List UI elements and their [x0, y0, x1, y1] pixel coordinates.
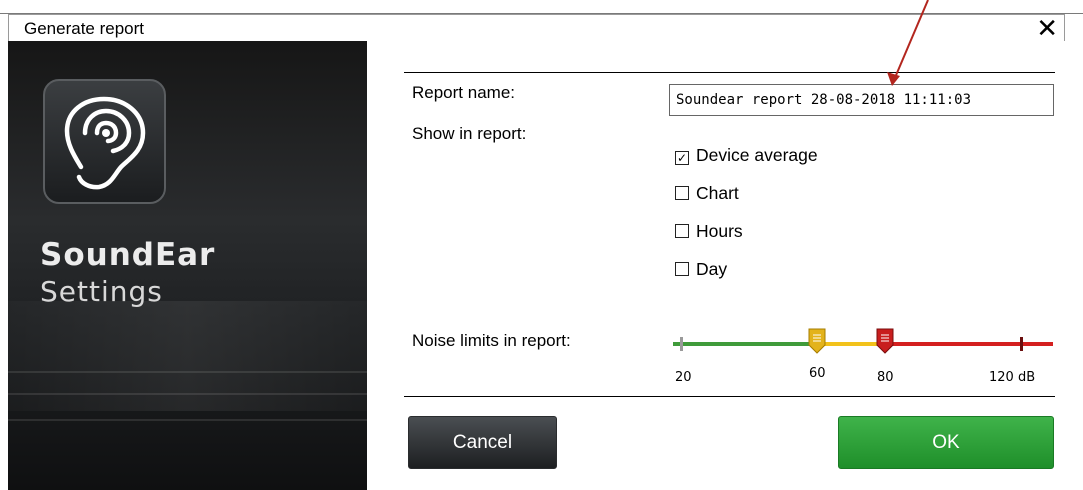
checkbox-device-average[interactable]: ✓ Device average — [675, 145, 818, 166]
checkbox-label: Hours — [696, 221, 743, 241]
annotation-arrow — [887, 0, 929, 86]
checkbox-unchecked-icon — [675, 224, 689, 238]
slider-tick-label: 80 — [877, 370, 894, 385]
checkbox-label: Day — [696, 259, 728, 279]
checkbox-checked-icon: ✓ — [675, 151, 689, 165]
decorative-streak — [8, 419, 367, 421]
checkbox-hours[interactable]: Hours — [675, 221, 743, 242]
slider-tick-label: 60 — [809, 366, 826, 381]
slider-tick-label: 120 dB — [989, 370, 1036, 385]
bottom-divider — [404, 396, 1055, 397]
brand-name: SoundEar — [40, 237, 216, 273]
checkbox-label: Device average — [696, 145, 818, 165]
noise-limit-slider[interactable]: 20 60 80 120 dB — [673, 318, 1053, 385]
brand-panel: SoundEar Settings — [8, 41, 367, 490]
checkbox-day[interactable]: Day — [675, 259, 727, 280]
slider-red-range — [885, 342, 1053, 346]
show-in-report-label: Show in report: — [412, 124, 527, 143]
cancel-button[interactable]: Cancel — [408, 416, 557, 469]
decorative-wave — [8, 301, 367, 411]
slider-tick-label: 20 — [675, 370, 692, 385]
slider-min-tick — [680, 337, 683, 351]
slider-yellow-range — [817, 342, 885, 346]
noise-limits-label: Noise limits in report: — [412, 331, 571, 350]
slider-max-tick — [1020, 337, 1023, 351]
ear-icon — [64, 96, 146, 190]
lower-limit-handle[interactable] — [808, 328, 826, 354]
checkbox-unchecked-icon — [675, 262, 689, 276]
checkbox-label: Chart — [696, 183, 739, 203]
checkbox-chart[interactable]: Chart — [675, 183, 739, 204]
checkbox-unchecked-icon — [675, 186, 689, 200]
ok-button[interactable]: OK — [838, 416, 1054, 469]
upper-limit-handle[interactable] — [876, 328, 894, 354]
slider-green-range — [673, 342, 817, 346]
brand-subtitle: Settings — [40, 275, 163, 308]
